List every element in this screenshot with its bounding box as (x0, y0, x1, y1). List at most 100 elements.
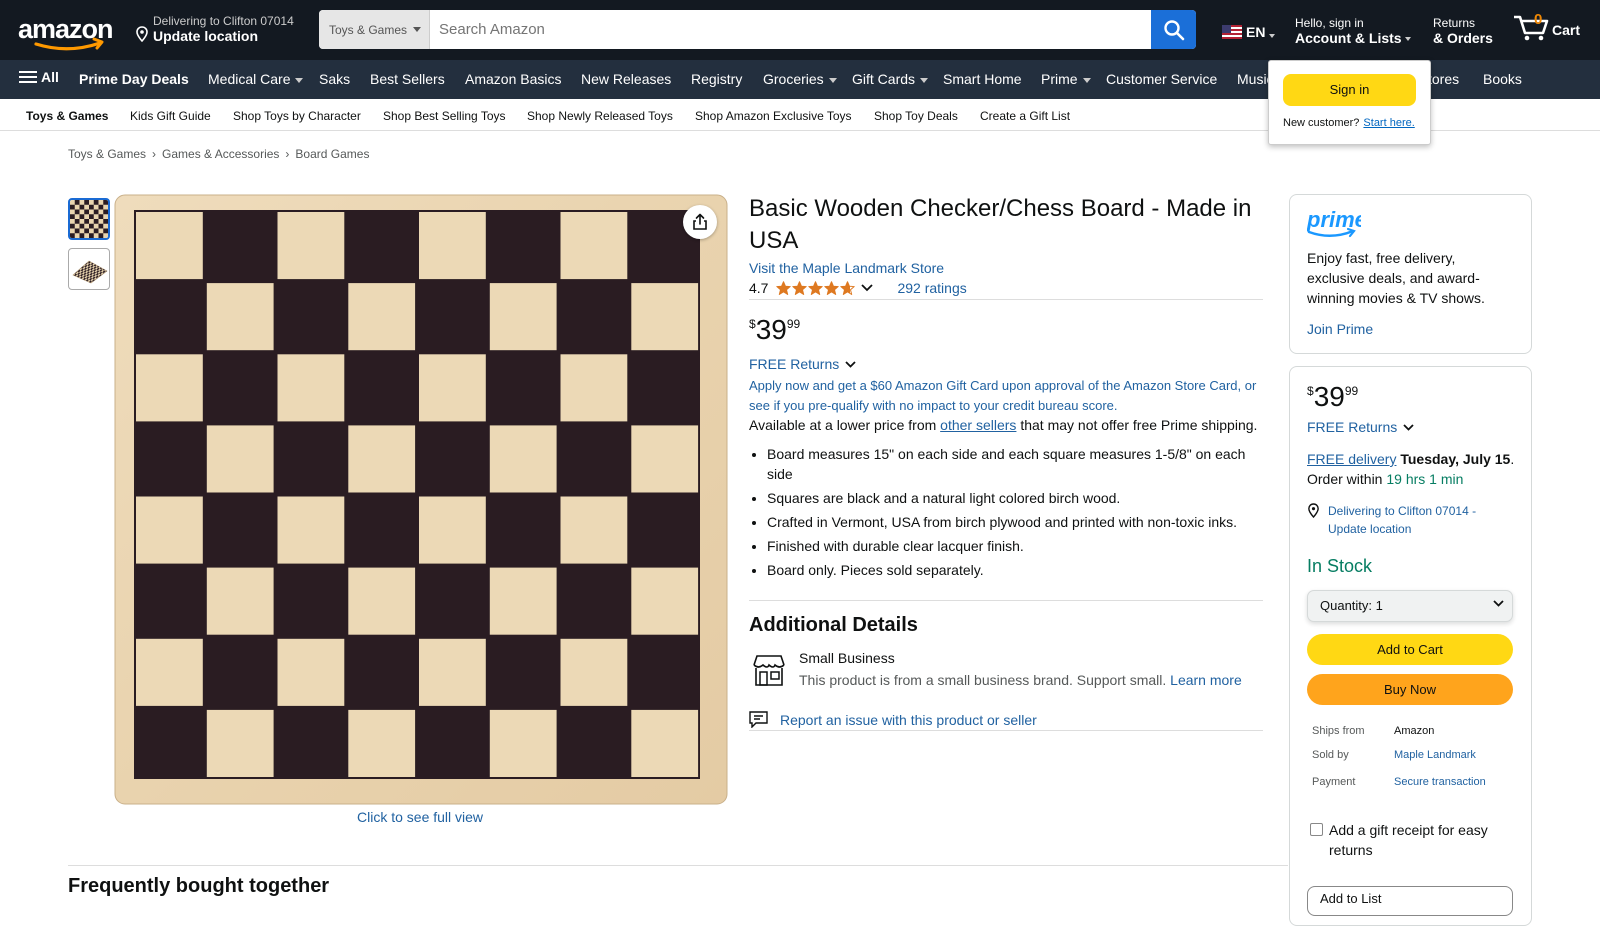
add-to-list-button[interactable]: Add to List (1307, 886, 1513, 916)
star-icon (840, 280, 856, 295)
order-time-left: 19 hrs 1 min (1386, 471, 1464, 487)
nav-prime[interactable]: Prime (1041, 71, 1091, 87)
breadcrumb-toys-games[interactable]: Toys & Games (68, 147, 146, 161)
product-main-image[interactable] (114, 194, 728, 805)
search-button[interactable] (1151, 10, 1196, 49)
chevron-down-icon (1403, 423, 1414, 431)
delivery-location-link[interactable]: Delivering to Clifton 07014 - Update loc… (1307, 502, 1507, 538)
nav-best-sellers[interactable]: Best Sellers (370, 71, 445, 87)
payment-link[interactable]: Secure transaction (1394, 776, 1486, 788)
location-pin-icon (135, 26, 149, 47)
subnav-amazon-exclusive-toys[interactable]: Shop Amazon Exclusive Toys (695, 109, 852, 123)
free-delivery-link[interactable]: FREE delivery (1307, 451, 1396, 467)
subnav-best-selling-toys[interactable]: Shop Best Selling Toys (383, 109, 506, 123)
prime-logo: prime (1306, 207, 1367, 245)
free-returns-label: FREE Returns (1307, 419, 1398, 435)
free-returns-link[interactable]: FREE Returns (749, 356, 856, 372)
subnav-toys-by-character[interactable]: Shop Toys by Character (233, 109, 361, 123)
nav-customer-service[interactable]: Customer Service (1106, 71, 1217, 87)
cart-count: 0 (1534, 11, 1543, 28)
report-issue-label: Report an issue with this product or sel… (780, 711, 1037, 728)
buy-now-button[interactable]: Buy Now (1307, 674, 1513, 705)
divider (749, 730, 1263, 731)
cart-icon (1514, 15, 1549, 41)
sold-by-label: Sold by (1312, 749, 1349, 761)
search-input[interactable] (430, 10, 1151, 49)
thumbnail-2[interactable] (68, 248, 110, 290)
breadcrumb-separator: › (285, 147, 290, 161)
nav-books[interactable]: Books (1483, 71, 1522, 87)
buybox-free-returns-link[interactable]: FREE Returns (1307, 419, 1414, 435)
search-bar: Toys & Games (319, 10, 1196, 49)
thumbnail-1[interactable] (68, 198, 110, 240)
language-selector[interactable]: EN (1222, 24, 1276, 40)
nav-saks[interactable]: Saks (319, 71, 350, 87)
nav-medical-care-label: Medical Care (208, 71, 291, 87)
sold-by-link[interactable]: Maple Landmark (1394, 749, 1476, 761)
chevron-down-icon (1493, 600, 1504, 607)
caret-down-icon (413, 27, 422, 32)
signin-button[interactable]: Sign in (1283, 74, 1416, 106)
subnav-toy-deals[interactable]: Shop Toy Deals (874, 109, 958, 123)
nav-smart-home[interactable]: Smart Home (943, 71, 1022, 87)
add-to-cart-button[interactable]: Add to Cart (1307, 634, 1513, 665)
breadcrumb-games-accessories[interactable]: Games & Accessories (162, 147, 279, 161)
nav-amazon-basics[interactable]: Amazon Basics (465, 71, 561, 87)
returns-orders[interactable]: Returns & Orders (1433, 16, 1493, 46)
amazon-logo[interactable]: amazon (18, 14, 118, 52)
caret-down-icon (1082, 77, 1091, 83)
ratings-count-link[interactable]: 292 ratings (897, 280, 966, 296)
cart-button[interactable]: 0 Cart (1512, 11, 1580, 42)
account-greeting: Hello, sign in (1295, 16, 1364, 30)
breadcrumb-board-games[interactable]: Board Games (295, 147, 369, 161)
deliver-to[interactable]: Delivering to Clifton 07014 Update locat… (135, 14, 305, 44)
nav-new-releases[interactable]: New Releases (581, 71, 671, 87)
account-label: Account & Lists (1295, 30, 1402, 46)
quantity-select[interactable]: Quantity: 1 (1307, 590, 1513, 622)
product-title: Basic Wooden Checker/Chess Board - Made … (749, 195, 1252, 254)
report-issue-link[interactable]: Report an issue with this product or sel… (749, 711, 1037, 728)
nav-stores[interactable]: tores (1428, 71, 1459, 87)
full-view-link[interactable]: Click to see full view (357, 809, 483, 825)
new-customer-label: New customer? (1283, 117, 1360, 129)
prime-description: Enjoy fast, free delivery, exclusive dea… (1307, 250, 1485, 306)
small-business-icon (751, 653, 787, 692)
language-label: EN (1246, 24, 1266, 40)
nav-prime-day-deals[interactable]: Prime Day Deals (79, 71, 189, 87)
nav-groceries[interactable]: Groceries (763, 71, 837, 87)
payment-label: Payment (1312, 776, 1356, 788)
ships-from-value: Amazon (1394, 725, 1435, 737)
feature-bullet: Board measures 15" on each side and each… (767, 444, 1269, 484)
star-icon (776, 280, 792, 295)
deliver-line1: Delivering to Clifton 07014 (153, 14, 294, 28)
learn-more-link[interactable]: Learn more (1170, 672, 1242, 688)
nav-registry[interactable]: Registry (691, 71, 742, 87)
nav-medical-care[interactable]: Medical Care (208, 71, 304, 87)
subnav-create-gift-list[interactable]: Create a Gift List (980, 109, 1070, 123)
divider (749, 600, 1263, 601)
deliver-line2: Update location (153, 28, 259, 44)
subnav-newly-released-toys[interactable]: Shop Newly Released Toys (527, 109, 673, 123)
price-whole: 39 (1313, 381, 1345, 412)
hamburger-icon (19, 71, 37, 83)
search-icon (1163, 19, 1184, 40)
search-category-select[interactable]: Toys & Games (319, 10, 430, 49)
feature-bullet: Crafted in Vermont, USA from birch plywo… (767, 512, 1269, 532)
store-link[interactable]: Visit the Maple Landmark Store (749, 260, 944, 276)
chevron-down-icon[interactable] (861, 284, 874, 292)
start-here-link[interactable]: Start here. (1363, 117, 1414, 129)
store-card-promo[interactable]: Apply now and get a $60 Amazon Gift Card… (749, 376, 1269, 416)
breadcrumb-separator: › (152, 147, 157, 161)
account-lists[interactable]: Hello, sign in Account & Lists (1295, 16, 1412, 46)
subnav-toys-games[interactable]: Toys & Games (26, 109, 108, 123)
gift-receipt-checkbox[interactable] (1310, 823, 1323, 836)
star-rating-icon[interactable] (776, 280, 856, 296)
chevron-down-icon (845, 360, 856, 368)
delivery-location-label: Delivering to Clifton 07014 - Update loc… (1328, 504, 1477, 536)
all-menu-button[interactable]: All (19, 69, 59, 85)
subnav-kids-gift-guide[interactable]: Kids Gift Guide (130, 109, 211, 123)
join-prime-link[interactable]: Join Prime (1307, 321, 1373, 337)
nav-gift-cards[interactable]: Gift Cards (852, 71, 929, 87)
other-sellers-link[interactable]: other sellers (940, 417, 1016, 433)
share-button[interactable] (683, 205, 717, 239)
